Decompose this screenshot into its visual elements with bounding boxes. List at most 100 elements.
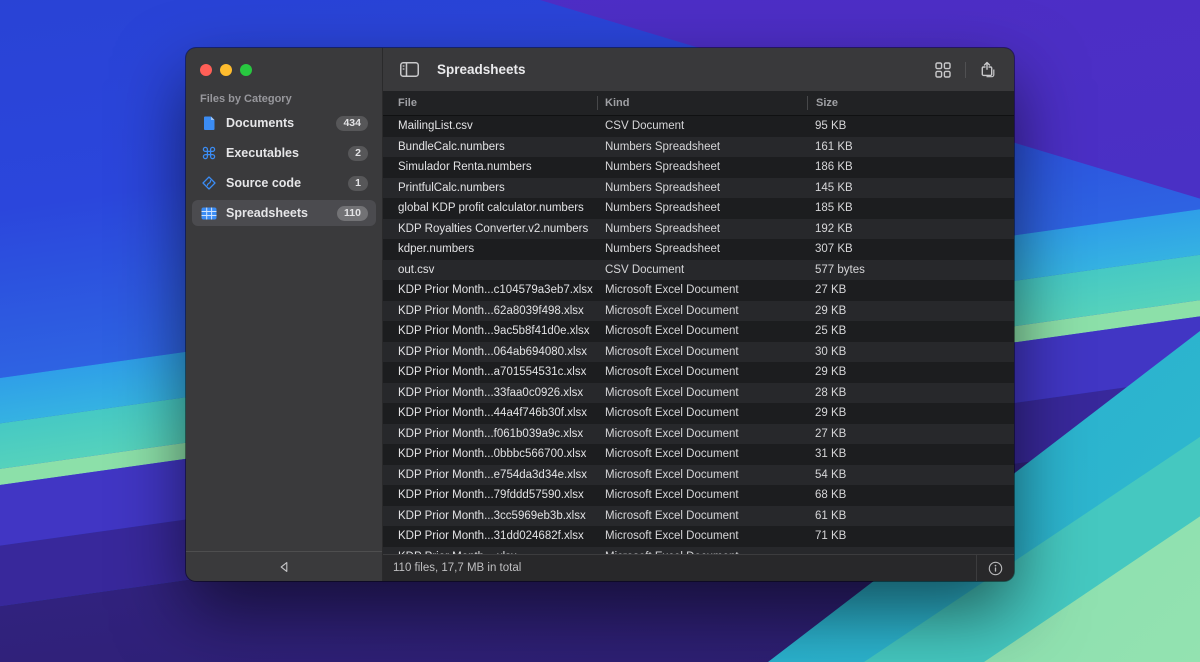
column-header-size[interactable]: Size [808,97,1014,109]
table-row[interactable]: KDP Prior Month...33faa0c0926.xlsx Micro… [383,383,1014,404]
file-name: out.csv [383,264,597,276]
table-row[interactable]: MailingList.csv CSV Document 95 KB [383,116,1014,137]
file-name: KDP Royalties Converter.v2.numbers [383,223,597,235]
close-button[interactable] [200,64,212,76]
table-row[interactable]: KDP Prior Month...c104579a3eb7.xlsx Micr… [383,280,1014,301]
minimize-button[interactable] [220,64,232,76]
zoom-button[interactable] [240,64,252,76]
file-kind: Microsoft Excel Document [597,366,806,378]
file-name: KDP Prior Month...a701554531c.xlsx [383,366,597,378]
file-kind: Numbers Spreadsheet [597,182,806,194]
file-name: KDP Prior Month...3cc5969eb3b.xlsx [383,510,597,522]
file-kind: CSV Document [597,264,806,276]
table-row[interactable]: kdper.numbers Numbers Spreadsheet 307 KB [383,239,1014,260]
file-size: 68 KB [806,489,1014,501]
table-row[interactable]: KDP Prior Month...f061b039a9c.xlsx Micro… [383,424,1014,445]
file-size: 29 KB [806,407,1014,419]
info-icon[interactable] [976,555,1014,581]
sidebar-item-spreadsheets[interactable]: Spreadsheets 110 [192,200,376,226]
file-size: 192 KB [806,223,1014,235]
table-row[interactable]: PrintfulCalc.numbers Numbers Spreadsheet… [383,178,1014,199]
file-size: 27 KB [806,428,1014,440]
file-size: 29 KB [806,366,1014,378]
column-header-kind[interactable]: Kind [598,97,807,109]
document-icon [200,114,218,132]
table-header: File Kind Size [383,91,1014,116]
file-kind: Microsoft Excel Document [597,325,806,337]
file-name: Simulador Renta.numbers [383,161,597,173]
table-row[interactable]: BundleCalc.numbers Numbers Spreadsheet 1… [383,137,1014,158]
sidebar-item-executables[interactable]: Executables 2 [192,140,376,166]
file-kind: Numbers Spreadsheet [597,223,806,235]
sidebar: Files by Category Documents 434 Executab… [186,48,383,581]
file-kind: Numbers Spreadsheet [597,161,806,173]
sidebar-section-title: Files by Category [200,93,292,105]
code-diamond-icon [200,174,218,192]
file-size: 25 KB [806,325,1014,337]
file-name: KDP Prior Month...79fddd57590.xlsx [383,489,597,501]
share-icon[interactable] [974,58,1002,82]
file-size: 161 KB [806,141,1014,153]
file-kind: Numbers Spreadsheet [597,243,806,255]
table-row[interactable]: KDP Prior Month...3cc5969eb3b.xlsx Micro… [383,506,1014,527]
file-name: KDP Prior Month...f061b039a9c.xlsx [383,428,597,440]
file-size: 577 bytes [806,264,1014,276]
table-row[interactable]: KDP Prior Month...79fddd57590.xlsx Micro… [383,485,1014,506]
table-row[interactable]: Simulador Renta.numbers Numbers Spreadsh… [383,157,1014,178]
file-name: PrintfulCalc.numbers [383,182,597,194]
sidebar-list: Documents 434 Executables 2 Source code … [192,110,376,230]
sidebar-item-label: Spreadsheets [226,206,337,220]
sidebar-item-label: Documents [226,116,336,130]
file-name: KDP Prior Month...33faa0c0926.xlsx [383,387,597,399]
file-kind: Microsoft Excel Document [597,469,806,481]
file-kind: Microsoft Excel Document [597,407,806,419]
sidebar-item-label: Source code [226,176,348,190]
table-row[interactable]: KDP Prior Month....xlsx Microsoft Excel … [383,547,1014,555]
file-name: KDP Prior Month...62a8039f498.xlsx [383,305,597,317]
file-name: MailingList.csv [383,120,597,132]
grid-view-icon[interactable] [929,58,957,82]
file-kind: CSV Document [597,120,806,132]
file-kind: Microsoft Excel Document [597,448,806,460]
file-size: 186 KB [806,161,1014,173]
table-row[interactable]: KDP Prior Month...31dd024682f.xlsx Micro… [383,526,1014,547]
file-kind: Microsoft Excel Document [597,346,806,358]
traffic-lights [200,64,252,76]
table-row[interactable]: out.csv CSV Document 577 bytes [383,260,1014,281]
file-size: 71 KB [806,530,1014,542]
sidebar-item-source-code[interactable]: Source code 1 [192,170,376,196]
sidebar-item-documents[interactable]: Documents 434 [192,110,376,136]
file-size: 307 KB [806,243,1014,255]
file-size: 185 KB [806,202,1014,214]
file-size: 31 KB [806,448,1014,460]
file-name: global KDP profit calculator.numbers [383,202,597,214]
table-row[interactable]: KDP Prior Month...9ac5b8f41d0e.xlsx Micr… [383,321,1014,342]
file-size: 30 KB [806,346,1014,358]
file-kind: Microsoft Excel Document [597,305,806,317]
table-row[interactable]: KDP Prior Month...0bbbc566700.xlsx Micro… [383,444,1014,465]
file-name: KDP Prior Month...44a4f746b30f.xlsx [383,407,597,419]
file-size: 61 KB [806,510,1014,522]
count-badge: 2 [348,146,368,161]
table-row[interactable]: KDP Prior Month...064ab694080.xlsx Micro… [383,342,1014,363]
count-badge: 110 [337,206,368,221]
file-name: BundleCalc.numbers [383,141,597,153]
table-row[interactable]: KDP Prior Month...e754da3d34e.xlsx Micro… [383,465,1014,486]
table-row[interactable]: KDP Royalties Converter.v2.numbers Numbe… [383,219,1014,240]
table-row[interactable]: KDP Prior Month...62a8039f498.xlsx Micro… [383,301,1014,322]
file-kind: Microsoft Excel Document [597,510,806,522]
table-row[interactable]: KDP Prior Month...44a4f746b30f.xlsx Micr… [383,403,1014,424]
back-icon[interactable] [276,559,292,575]
file-kind: Numbers Spreadsheet [597,202,806,214]
table-row[interactable]: KDP Prior Month...a701554531c.xlsx Micro… [383,362,1014,383]
sidebar-toggle-icon[interactable] [395,58,423,82]
file-name: KDP Prior Month...c104579a3eb7.xlsx [383,284,597,296]
spreadsheet-icon [200,204,218,222]
file-size: 95 KB [806,120,1014,132]
table-row[interactable]: global KDP profit calculator.numbers Num… [383,198,1014,219]
file-size: 29 KB [806,305,1014,317]
column-header-file[interactable]: File [383,97,597,109]
file-name: KDP Prior Month...e754da3d34e.xlsx [383,469,597,481]
count-badge: 1 [348,176,368,191]
file-kind: Microsoft Excel Document [597,530,806,542]
